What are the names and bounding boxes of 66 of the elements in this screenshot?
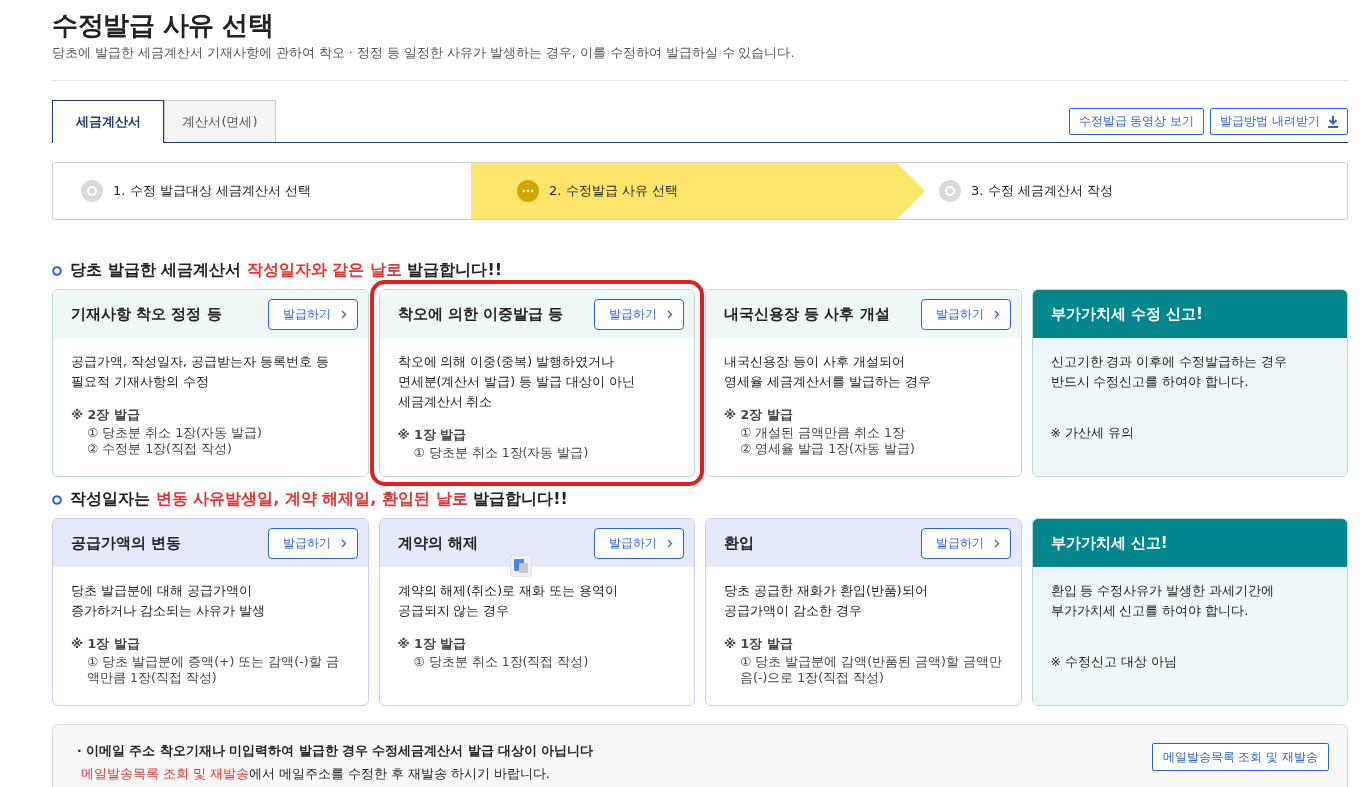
issue-button[interactable]: 발급하기 [594,298,684,330]
step-label: 1. 수정 발급대상 세금계산서 선택 [113,182,311,200]
issue-count-note: ※ 1장 발급 [397,426,468,444]
card-description: 계약의 해제(취소)로 재화 또는 용역이 공급되지 않는 경우 [397,582,620,620]
card-description: 신고기한 경과 이후에 수정발급하는 경우 반드시 수정신고를 하여야 합니다. [1050,353,1289,391]
video-button[interactable]: 수정발급 동영상 보기 [1068,108,1205,135]
chevron-right-icon [340,538,347,548]
chevron-right-icon [993,538,1000,548]
issue-detail: ① 당초분 취소 1장(자동 발급) [86,425,263,441]
email-notice-text: 메일발송목록 조회 및 재발송에서 메일주소를 수정한 후 재발송 하시기 바랍니다. [80,766,551,783]
card-title: 공급가액의 변동 [71,533,182,553]
issue-button[interactable]: 발급하기 [267,298,358,330]
card-description: 당초 발급분에 대해 공급가액이 증가하거나 감소되는 사유가 발생 [71,582,266,620]
issue-count-note: ※ 1장 발급 [397,635,468,653]
section-heading: 작성일자는 변동 사유발생일, 계약 해제일, 환입된 날로 발급합니다!! [70,489,568,510]
issue-count-note: ※ 2장 발급 [71,406,141,424]
card-title: 계약의 해제 [397,533,478,553]
issue-button[interactable]: 발급하기 [267,527,358,559]
step-label: 3. 수정 세금계산서 작성 [971,182,1113,200]
tab[interactable]: 세금계산서 [52,100,164,143]
translate-icon[interactable] [509,555,532,577]
card-title: 부가가치세 신고! [1050,533,1168,553]
page-subtitle: 당초에 발급한 세금계산서 기재사항에 관하여 착오 · 정정 등 일정한 사유가 발생하는 경우, 이를 수정하여 발급하실 수 있습니다. [52,45,796,62]
issue-detail: ① 당초분 취소 1장(자동 발급) [412,445,590,461]
issue-count-note: ※ 1장 발급 [724,635,794,653]
issue-button[interactable]: 발급하기 [594,527,684,559]
card-note: ※ 가산세 유의 [1050,424,1135,442]
email-list-link[interactable]: 메일발송목록 조회 및 재발송 [81,766,249,781]
issue-detail: ② 수정분 1장(직접 작성) [86,441,233,457]
card-title: 내국신용장 등 사후 개설 [724,304,890,324]
email-notice-headline: · 이메일 주소 착오기재나 미입력하여 발급한 경우 수정세금계산서 발급 대상이 아닙니다 [77,743,594,760]
issue-detail: ① 당초분 취소 1장(직접 작성) [412,654,590,670]
card-description: 당초 공급한 재화가 환입(반품)되어 공급가액이 감소한 경우 [724,582,929,620]
download-button[interactable]: 발급방법 내려받기 [1210,108,1348,135]
ring-bullet-icon [52,494,62,505]
issue-button[interactable]: 발급하기 [920,298,1011,330]
issue-detail: ① 당초 발급분에 증액(+) 또는 감액(-)할 금액만큼 1장(직접 작성) [86,654,340,686]
issue-button[interactable]: 발급하기 [920,527,1011,559]
card-description: 내국신용장 등이 사후 개설되어 영세율 세금계산서를 발급하는 경우 [724,353,932,391]
card-title: 기재사항 착오 정정 등 [71,304,222,324]
card-title: 착오에 의한 이중발급 등 [397,304,564,324]
card-note: ※ 수정신고 대상 아님 [1050,653,1178,671]
card-title: 부가가치세 수정 신고! [1050,304,1203,324]
more-dots-icon [517,180,539,202]
tab[interactable]: 계산서(면세) [164,100,276,142]
card-title: 환입 [724,533,754,553]
download-icon [1328,115,1338,128]
card-description: 환입 등 수정사유가 발생한 과세기간에 부가가치세 신고를 하여야 합니다. [1050,582,1276,620]
ring-bullet-icon [52,265,62,276]
chevron-right-icon [667,538,673,548]
circle-icon [81,180,103,202]
issue-count-note: ※ 1장 발급 [71,635,141,653]
card-description: 착오에 의해 이중(중복) 발행하였거나 면세분(계산서 발급) 등 발급 대상이 아닌 세금계산서 취소 [397,353,637,411]
chevron-right-icon [993,309,1000,319]
issue-detail: ② 영세율 발급 1장(자동 발급) [739,441,916,457]
issue-detail: ① 개설된 금액만큼 취소 1장 [739,425,907,441]
section-heading: 당초 발급한 세금계산서 작성일자와 같은 날로 발급합니다!! [70,260,503,281]
page-title: 수정발급 사유 선택 [52,9,275,42]
email-list-button[interactable]: 메일발송목록 조회 및 재발송 [1151,743,1329,771]
card-description: 공급가액, 작성일자, 공급받는자 등록번호 등 필요적 기재사항의 수정 [71,353,330,391]
chevron-right-icon [667,309,673,319]
chevron-right-icon [340,309,347,319]
issue-detail: ① 당초 발급분에 감액(반품된 금액)할 금액만 음(-)으로 1장(직접 작성) [739,654,1003,686]
issue-count-note: ※ 2장 발급 [724,406,794,424]
step-label: 2. 수정발급 사유 선택 [549,182,678,200]
circle-icon [939,180,961,202]
